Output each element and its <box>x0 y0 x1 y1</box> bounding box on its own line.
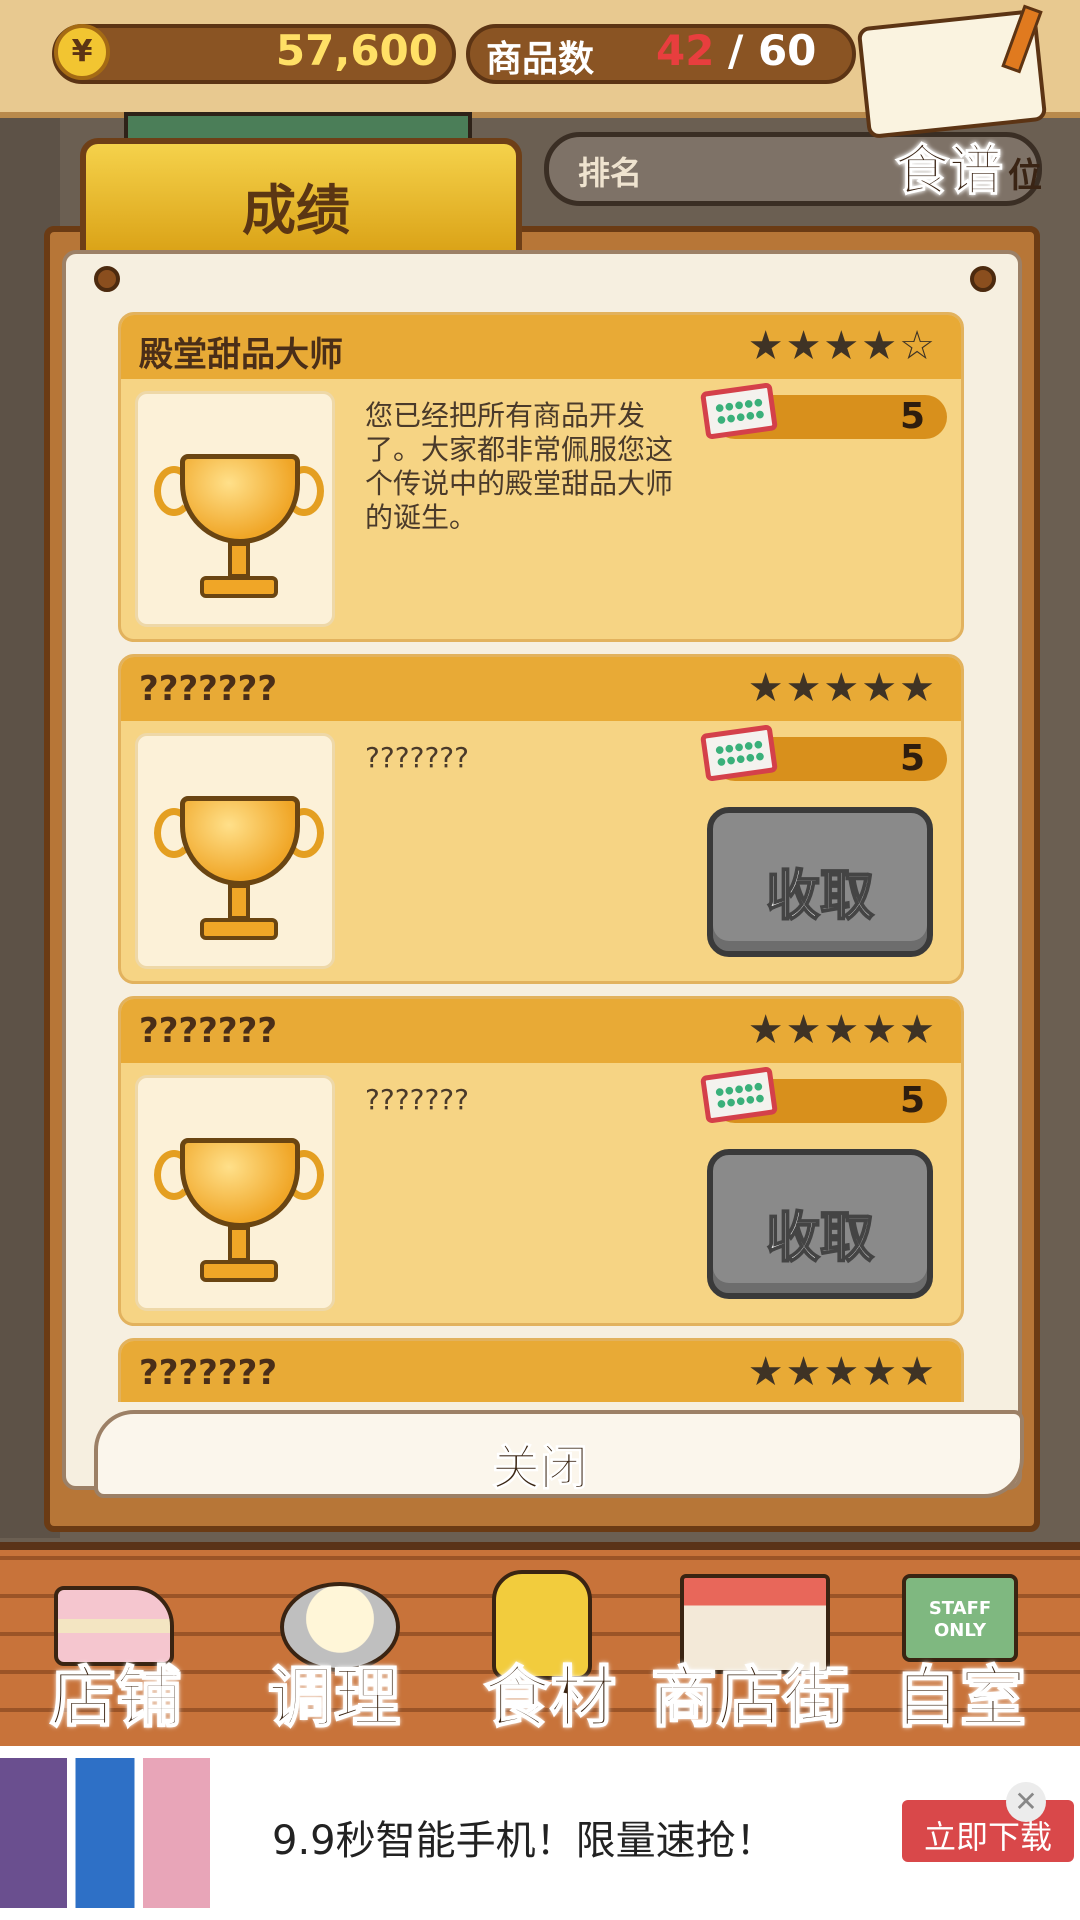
nav-street[interactable]: 商店街 <box>640 1560 860 1746</box>
nav-ingredients-label: 食材 <box>483 1658 617 1737</box>
pin-icon <box>94 266 120 292</box>
trophy-icon <box>180 796 300 886</box>
achievement-card: ??????? ★★★★★ <box>118 1338 964 1402</box>
achievement-list[interactable]: 殿堂甜品大师 ★★★★☆ 您已经把所有商品开发了。大家都非常佩服您这个传说中的殿… <box>118 312 964 1402</box>
product-count-current: 42 <box>656 26 715 75</box>
nav-room-label: 自室 <box>893 1658 1027 1737</box>
achievement-description: 您已经把所有商品开发了。大家都非常佩服您这个传说中的殿堂甜品大师的诞生。 <box>365 399 674 534</box>
ticket-icon: ●●●●● ●●●●● <box>700 382 778 440</box>
reward-amount: 5 <box>899 396 925 437</box>
close-button-label[interactable]: 关闭 <box>0 1428 1080 1498</box>
nav-street-label: 商店街 <box>650 1658 850 1737</box>
collect-button[interactable]: 收取 <box>707 807 933 957</box>
trophy-thumbnail <box>135 733 335 969</box>
rank-label: 排名 <box>578 154 643 192</box>
reward-amount: 5 <box>899 1080 925 1121</box>
ad-text[interactable]: 9.9秒智能手机！限量速抢！ <box>272 1808 776 1866</box>
achievement-title: ??????? <box>139 1011 278 1051</box>
difficulty-stars: ★★★★★ <box>747 1349 937 1395</box>
product-count-label: 商品数 <box>486 39 595 80</box>
nav-cook-label: 调理 <box>267 1658 401 1737</box>
ticket-icon: ●●●●● ●●●●● <box>700 724 778 782</box>
trophy-thumbnail <box>135 391 335 627</box>
trophy-base <box>200 918 278 940</box>
difficulty-stars: ★★★★★ <box>747 665 937 711</box>
trophy-stem <box>228 1226 250 1262</box>
collect-button-label: 收取 <box>765 863 875 928</box>
achievement-title: ??????? <box>139 1353 278 1393</box>
nav-room[interactable]: STAFF ONLY 自室 <box>880 1560 1040 1746</box>
trophy-stem <box>228 542 250 578</box>
achievement-card: 殿堂甜品大师 ★★★★☆ 您已经把所有商品开发了。大家都非常佩服您这个传说中的殿… <box>118 312 964 642</box>
trophy-thumbnail <box>135 1075 335 1311</box>
coin-icon: ¥ <box>54 24 110 80</box>
trophy-base <box>200 1260 278 1282</box>
achievement-title: 殿堂甜品大师 <box>139 335 343 375</box>
difficulty-stars: ★★★★★ <box>747 1007 937 1053</box>
trophy-base <box>200 576 278 598</box>
trophy-icon <box>180 454 300 544</box>
reward-amount: 5 <box>899 738 925 779</box>
product-count-total: / 60 <box>728 26 817 75</box>
nav-shop[interactable]: 店铺 <box>36 1560 196 1746</box>
recipe-button-label[interactable]: 食谱 <box>895 126 1004 205</box>
trophy-icon <box>180 1138 300 1228</box>
achievement-title: ??????? <box>139 669 278 709</box>
nav-shop-label: 店铺 <box>49 1658 183 1737</box>
rank-suffix: 位 <box>1008 156 1042 196</box>
nav-ingredients[interactable]: 食材 <box>470 1560 630 1746</box>
achievement-card: ??????? ★★★★★ ??????? ●●●●● ●●●●● 5 收取 <box>118 654 964 984</box>
achievement-description: ??????? <box>365 1083 470 1116</box>
trophy-stem <box>228 884 250 920</box>
ad-close-icon[interactable]: ✕ <box>1006 1782 1046 1822</box>
money-amount: 57,600 <box>275 26 438 75</box>
pin-icon <box>970 266 996 292</box>
tab-label: 成绩 <box>242 179 350 242</box>
achievement-card: ??????? ★★★★★ ??????? ●●●●● ●●●●● 5 收取 <box>118 996 964 1326</box>
nav-cook[interactable]: 调理 <box>254 1560 414 1746</box>
ad-phone-image <box>0 1758 210 1908</box>
ad-download-label[interactable]: 立即下载 <box>902 1812 1074 1858</box>
collect-button[interactable]: 收取 <box>707 1149 933 1299</box>
ticket-icon: ●●●●● ●●●●● <box>700 1066 778 1124</box>
difficulty-stars: ★★★★☆ <box>747 323 937 369</box>
achievement-description: ??????? <box>365 741 470 774</box>
collect-button-label: 收取 <box>765 1205 875 1270</box>
